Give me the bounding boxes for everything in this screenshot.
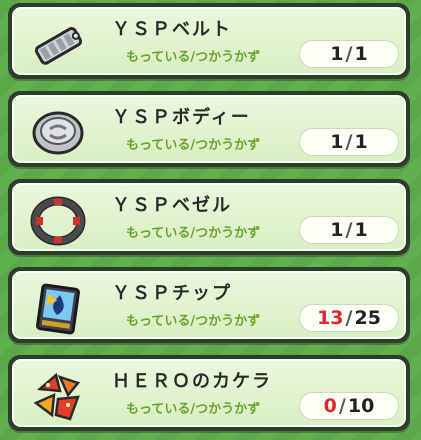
have-need-count: 13 / 25 (299, 304, 399, 332)
have-count: 1 (330, 131, 344, 153)
count-separator: / (345, 219, 353, 241)
card-body: ＹＳＰチップ もっている/つかうかず 13 / 25 (12, 271, 406, 339)
material-card-ysp-belt[interactable]: ＹＳＰベルト もっている/つかうかず 1 / 1 (8, 3, 410, 79)
chip-card-icon (30, 281, 86, 337)
material-card-ysp-chip[interactable]: ＹＳＰチップ もっている/つかうかず 13 / 25 (8, 267, 410, 343)
belt-icon (30, 17, 86, 73)
need-count: 1 (354, 43, 368, 65)
have-need-count: 1 / 1 (299, 216, 399, 244)
need-count: 1 (354, 219, 368, 241)
have-count: 1 (330, 43, 344, 65)
have-need-label: もっている/つかうかず (126, 138, 261, 153)
item-name: ＹＳＰボディー (112, 107, 251, 128)
bezel-ring-icon (30, 193, 86, 249)
material-list: ＹＳＰベルト もっている/つかうかず 1 / 1 ＹＳＰボディー もっている/つ… (0, 0, 421, 440)
card-body: ＹＳＰベゼル もっている/つかうかず 1 / 1 (12, 183, 406, 251)
count-separator: / (345, 43, 353, 65)
item-name: ＹＳＰベルト (112, 19, 232, 40)
item-name: ＹＳＰベゼル (112, 195, 232, 216)
need-count: 10 (347, 395, 375, 417)
material-card-hero-fragment[interactable]: ＨＥＲＯのカケラ もっている/つかうかず 0 / 10 (8, 355, 410, 431)
card-body: ＹＳＰボディー もっている/つかうかず 1 / 1 (12, 95, 406, 163)
have-need-count: 0 / 10 (299, 392, 399, 420)
have-count: 13 (317, 307, 344, 329)
have-need-label: もっている/つかうかず (126, 402, 261, 417)
body-disc-icon (30, 105, 86, 161)
count-separator: / (345, 131, 353, 153)
item-name: ＨＥＲＯのカケラ (112, 371, 272, 392)
item-name: ＹＳＰチップ (112, 283, 232, 304)
count-separator: / (345, 307, 353, 329)
count-separator: / (338, 395, 346, 417)
card-body: ＨＥＲＯのカケラ もっている/つかうかず 0 / 10 (12, 359, 406, 427)
have-need-count: 1 / 1 (299, 40, 399, 68)
have-need-label: もっている/つかうかず (126, 226, 261, 241)
have-count: 1 (330, 219, 344, 241)
hero-fragment-icon (30, 369, 86, 425)
have-need-count: 1 / 1 (299, 128, 399, 156)
need-count: 1 (354, 131, 368, 153)
have-count: 0 (323, 395, 337, 417)
material-card-ysp-body[interactable]: ＹＳＰボディー もっている/つかうかず 1 / 1 (8, 91, 410, 167)
need-count: 25 (354, 307, 381, 329)
card-body: ＹＳＰベルト もっている/つかうかず 1 / 1 (12, 7, 406, 75)
material-card-ysp-bezel[interactable]: ＹＳＰベゼル もっている/つかうかず 1 / 1 (8, 179, 410, 255)
have-need-label: もっている/つかうかず (126, 50, 261, 65)
have-need-label: もっている/つかうかず (126, 314, 261, 329)
